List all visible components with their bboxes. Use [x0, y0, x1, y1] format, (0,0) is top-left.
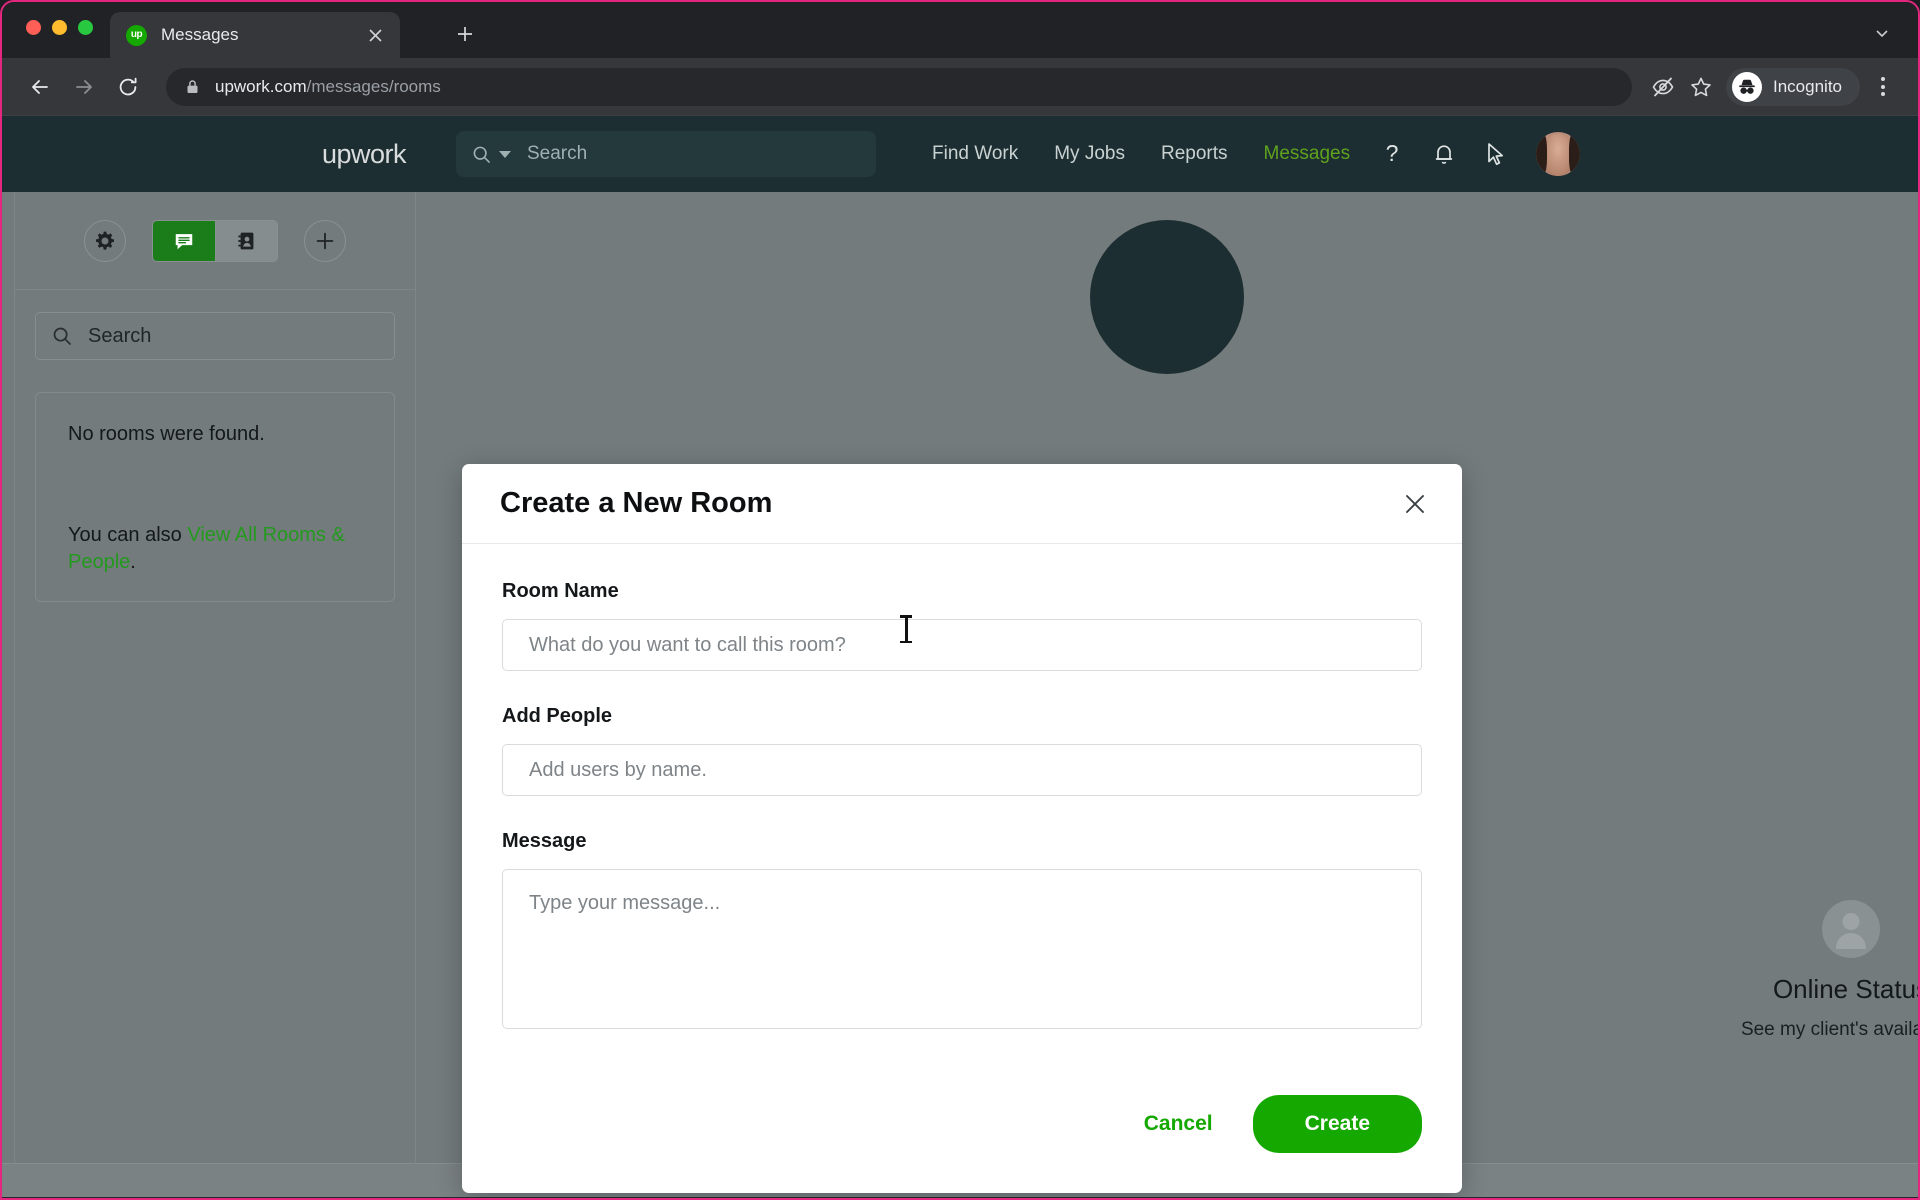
create-button[interactable]: Create: [1252, 1095, 1422, 1153]
nav-item-find-work[interactable]: Find Work: [932, 143, 1018, 165]
browser-tab-title: Messages: [161, 25, 239, 44]
chevron-down-icon[interactable]: [1870, 21, 1894, 45]
eye-slash-icon[interactable]: [1644, 68, 1682, 106]
address-bar[interactable]: upwork.com/messages/rooms: [166, 67, 1632, 106]
nav-item-my-jobs[interactable]: My Jobs: [1054, 143, 1125, 165]
close-icon[interactable]: [1398, 487, 1432, 521]
nav-item-messages[interactable]: Messages: [1264, 143, 1351, 165]
window-minimize-button[interactable]: [52, 20, 67, 35]
dialog-footer: Cancel Create: [462, 1063, 1462, 1193]
incognito-icon: [1732, 71, 1762, 102]
url-domain: upwork.com: [215, 76, 307, 96]
back-arrow-icon[interactable]: [20, 67, 60, 107]
messages-app-body: Online Status See my client's availabili…: [2, 192, 1918, 1197]
upwork-logo[interactable]: upwork: [322, 139, 407, 170]
tab-favicon-label: up: [130, 29, 143, 40]
browser-tab-strip: up Messages: [2, 2, 1918, 58]
add-people-field-group: Add People Add users by name.: [502, 705, 1422, 796]
cursor-pointer-icon[interactable]: [1484, 141, 1508, 168]
message-textarea[interactable]: Type your message...: [502, 869, 1422, 1029]
dialog-body: Room Name What do you want to call this …: [462, 544, 1462, 1029]
window-traffic-lights: [26, 20, 93, 35]
lock-icon: [184, 78, 201, 95]
room-name-label: Room Name: [502, 580, 619, 602]
close-icon[interactable]: [362, 22, 388, 48]
address-bar-url: upwork.com/messages/rooms: [215, 77, 441, 97]
window-close-button[interactable]: [26, 20, 41, 35]
incognito-label: Incognito: [1773, 76, 1842, 96]
reload-icon[interactable]: [108, 67, 148, 107]
add-people-label: Add People: [502, 705, 613, 727]
site-primary-nav: Find Work My Jobs Reports Messages: [932, 143, 1350, 165]
star-icon[interactable]: [1682, 68, 1720, 106]
url-path: /messages/rooms: [306, 76, 441, 96]
room-name-input[interactable]: What do you want to call this room?: [502, 619, 1422, 671]
message-field-group: Message Type your message...: [502, 830, 1422, 1029]
incognito-profile-button[interactable]: Incognito: [1726, 67, 1860, 106]
user-avatar[interactable]: [1536, 132, 1580, 176]
nav-item-reports[interactable]: Reports: [1161, 143, 1228, 165]
cancel-button[interactable]: Cancel: [1122, 1100, 1235, 1148]
page-viewport: upwork Search Find Work My Jobs Reports …: [2, 116, 1918, 1197]
browser-toolbar: upwork.com/messages/rooms Incognito: [2, 58, 1918, 116]
page-title: Create a New Room: [500, 487, 773, 519]
notifications-bell-icon[interactable]: [1432, 141, 1456, 167]
site-search-input[interactable]: Search: [456, 131, 876, 177]
plus-icon[interactable]: [450, 19, 480, 49]
window-maximize-button[interactable]: [78, 20, 93, 35]
forward-arrow-icon[interactable]: [64, 67, 104, 107]
browser-tab-messages[interactable]: up Messages: [110, 12, 400, 58]
help-icon[interactable]: ?: [1380, 141, 1404, 167]
site-header-actions: ?: [1380, 132, 1580, 176]
dialog-header: Create a New Room: [462, 464, 1462, 544]
browser-window: up Messages upwork.com/messages/rooms In…: [0, 0, 1920, 1200]
three-dot-menu-icon[interactable]: [1866, 68, 1900, 106]
create-room-dialog: Create a New Room Room Name What do you …: [462, 464, 1462, 1193]
site-search-placeholder: Search: [527, 143, 588, 164]
room-name-field-group: Room Name What do you want to call this …: [502, 580, 1422, 671]
upwork-site-header: upwork Search Find Work My Jobs Reports …: [2, 116, 1918, 192]
chevron-down-icon[interactable]: [499, 150, 511, 158]
search-icon: [472, 145, 491, 164]
message-label: Message: [502, 830, 587, 852]
modal-overlay[interactable]: Create a New Room Room Name What do you …: [2, 192, 1918, 1197]
upwork-logo-icon: up: [126, 24, 147, 46]
svg-text:?: ?: [1386, 141, 1399, 166]
add-people-input[interactable]: Add users by name.: [502, 744, 1422, 796]
